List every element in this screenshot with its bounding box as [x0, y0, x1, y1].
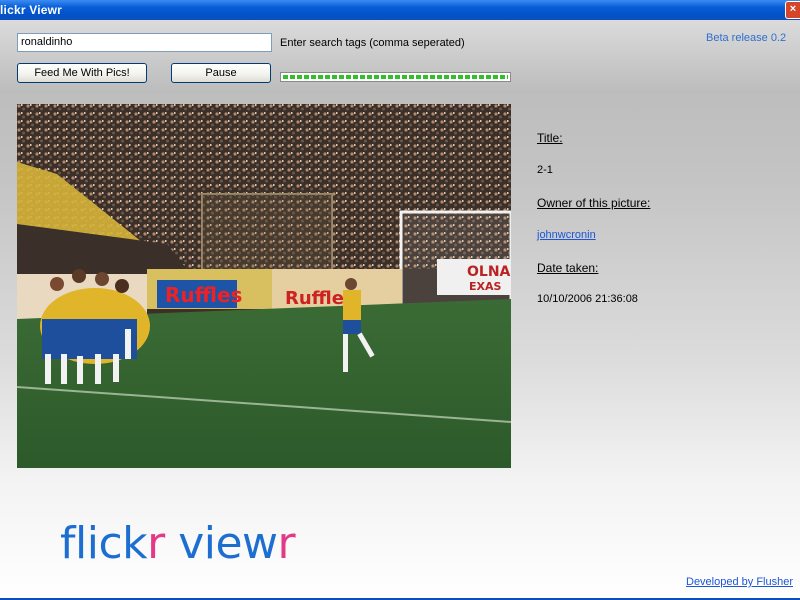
ad-board-text-4: EXAS — [469, 280, 502, 293]
ad-board-text-3: OLNA — [467, 264, 511, 280]
logo-part-4: r — [277, 518, 296, 569]
version-label: Beta release 0.2 — [706, 32, 787, 44]
progress-fill — [283, 75, 508, 79]
title-bar[interactable]: lickr Viewr × — [0, 0, 800, 20]
feed-button[interactable]: Feed Me With Pics! — [17, 63, 147, 83]
logo-part-1: flick — [60, 518, 148, 569]
pause-button[interactable]: Pause — [171, 63, 271, 83]
search-hint: Enter search tags (comma seperated) — [280, 37, 465, 49]
app-logo: flickr viewr — [60, 518, 296, 569]
search-input[interactable] — [17, 33, 272, 52]
credit-link[interactable]: Developed by Flusher — [686, 576, 793, 588]
logo-part-3: view — [164, 518, 278, 569]
owner-link[interactable]: johnwcronin — [537, 229, 596, 241]
app-window: lickr Viewr × Enter search tags (comma s… — [0, 0, 800, 600]
date-value: 10/10/2006 21:36:08 — [537, 293, 638, 305]
date-label: Date taken: — [537, 261, 599, 275]
progress-bar — [280, 72, 511, 82]
photo-image: Ruffles Ruffles OLNA EXAS — [17, 104, 511, 468]
title-label: Title: — [537, 131, 563, 145]
logo-part-2: r — [147, 518, 165, 569]
photo-view[interactable]: Ruffles Ruffles OLNA EXAS — [17, 104, 511, 468]
title-value: 2-1 — [537, 164, 553, 176]
ad-board-text-1: Ruffles — [165, 283, 242, 307]
close-icon[interactable]: × — [785, 1, 800, 19]
window-title: lickr Viewr — [0, 3, 63, 17]
owner-label: Owner of this picture: — [537, 196, 651, 210]
